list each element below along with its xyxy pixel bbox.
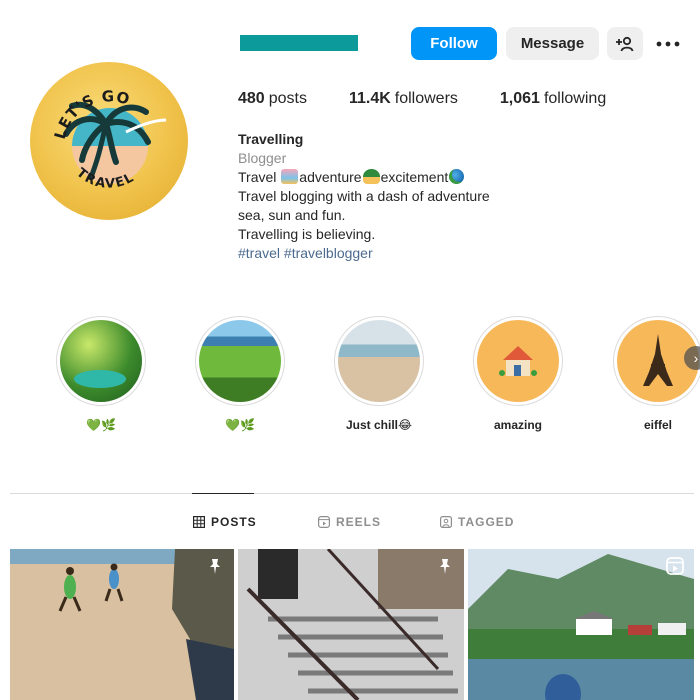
bio-line-1-part-2: adventure: [299, 169, 362, 185]
add-user-icon: [616, 36, 634, 51]
island-emoji-icon: [362, 169, 380, 184]
fjord-village-photo: [468, 549, 694, 700]
following-count: 1,061: [499, 90, 540, 107]
message-button[interactable]: Message: [506, 27, 599, 60]
posts-stat[interactable]: 480 posts: [238, 90, 307, 108]
following-label: following: [543, 90, 607, 107]
house-icon: [499, 346, 537, 376]
pin-icon: [206, 557, 224, 580]
tabs-divider: [10, 493, 694, 494]
tab-reels[interactable]: REELS: [318, 515, 381, 529]
reels-icon: [318, 516, 330, 528]
follow-button[interactable]: Follow: [411, 27, 497, 60]
posts-count: 480: [238, 90, 265, 107]
suggest-user-button[interactable]: [607, 27, 643, 60]
profile-bio: Travelling Blogger Travel adventure excit…: [238, 130, 490, 263]
tab-tagged[interactable]: TAGGED: [440, 515, 514, 529]
highlight-ring: [56, 316, 146, 406]
more-options-button[interactable]: [650, 27, 686, 60]
tab-tagged-label: TAGGED: [458, 515, 515, 529]
profile-stats: 480 posts 11.4K followers 1,061 following: [238, 90, 606, 108]
story-highlight-5[interactable]: eiffel ›: [612, 316, 700, 432]
profile-category: Blogger: [238, 150, 287, 166]
pin-icon: [436, 557, 454, 580]
profile-avatar[interactable]: LET'S GO TRAVEL: [30, 62, 188, 220]
story-highlight-3[interactable]: Just chill😂: [333, 316, 425, 432]
snowy-stairs-photo: [238, 549, 464, 700]
followers-label: followers: [394, 90, 458, 107]
highlight-label: 💚🌿: [225, 418, 255, 432]
bio-line-3: sea, sun and fun.: [238, 207, 346, 223]
bio-hashtags[interactable]: #travel #travelblogger: [238, 244, 490, 263]
bio-line-4: Travelling is believing.: [238, 226, 376, 242]
profile-name: Travelling: [238, 131, 304, 147]
bio-line-1: Travel adventure excitement: [238, 168, 490, 187]
globe-emoji-icon: [449, 169, 465, 184]
highlight-ring: [334, 316, 424, 406]
post-thumbnail[interactable]: [10, 549, 234, 700]
posts-label: posts: [268, 90, 307, 107]
story-highlight-4[interactable]: amazing: [472, 316, 564, 432]
story-highlight-2[interactable]: 💚🌿: [194, 316, 286, 432]
beach-football-photo: [10, 549, 234, 700]
bio-line-1-part-1: Travel: [238, 169, 281, 185]
bio-line-1-part-3: excitement: [380, 169, 449, 185]
surfing-emoji-icon: [281, 169, 299, 184]
post-thumbnail[interactable]: [238, 549, 464, 700]
reel-icon: [666, 557, 684, 580]
tab-posts-label: POSTS: [211, 515, 257, 529]
highlight-ring: [195, 316, 285, 406]
tab-posts[interactable]: POSTS: [193, 515, 257, 529]
active-tab-indicator: [192, 493, 254, 494]
more-icon: [656, 41, 680, 46]
story-highlight-1[interactable]: 💚🌿: [55, 316, 147, 432]
tagged-icon: [440, 516, 452, 528]
highlight-label: eiffel: [643, 418, 672, 432]
grid-icon: [193, 516, 205, 528]
highlight-cover: [60, 320, 142, 402]
highlight-label: Just chill😂: [345, 418, 413, 432]
highlight-label: amazing: [493, 418, 542, 432]
username-redacted: [240, 35, 358, 51]
highlight-cover: [338, 320, 420, 402]
highlight-cover: [199, 320, 281, 402]
highlight-cover: [477, 320, 559, 402]
chevron-right-icon: ›: [693, 350, 699, 366]
highlight-label: 💚🌿: [86, 418, 116, 432]
post-thumbnail[interactable]: [468, 549, 694, 700]
followers-count: 11.4K: [348, 90, 391, 107]
followers-stat[interactable]: 11.4K followers: [349, 90, 458, 108]
highlight-ring: [473, 316, 563, 406]
following-stat[interactable]: 1,061 following: [500, 90, 606, 108]
tab-reels-label: REELS: [336, 515, 382, 529]
bio-line-2: Travel blogging with a dash of adventure: [238, 188, 490, 204]
